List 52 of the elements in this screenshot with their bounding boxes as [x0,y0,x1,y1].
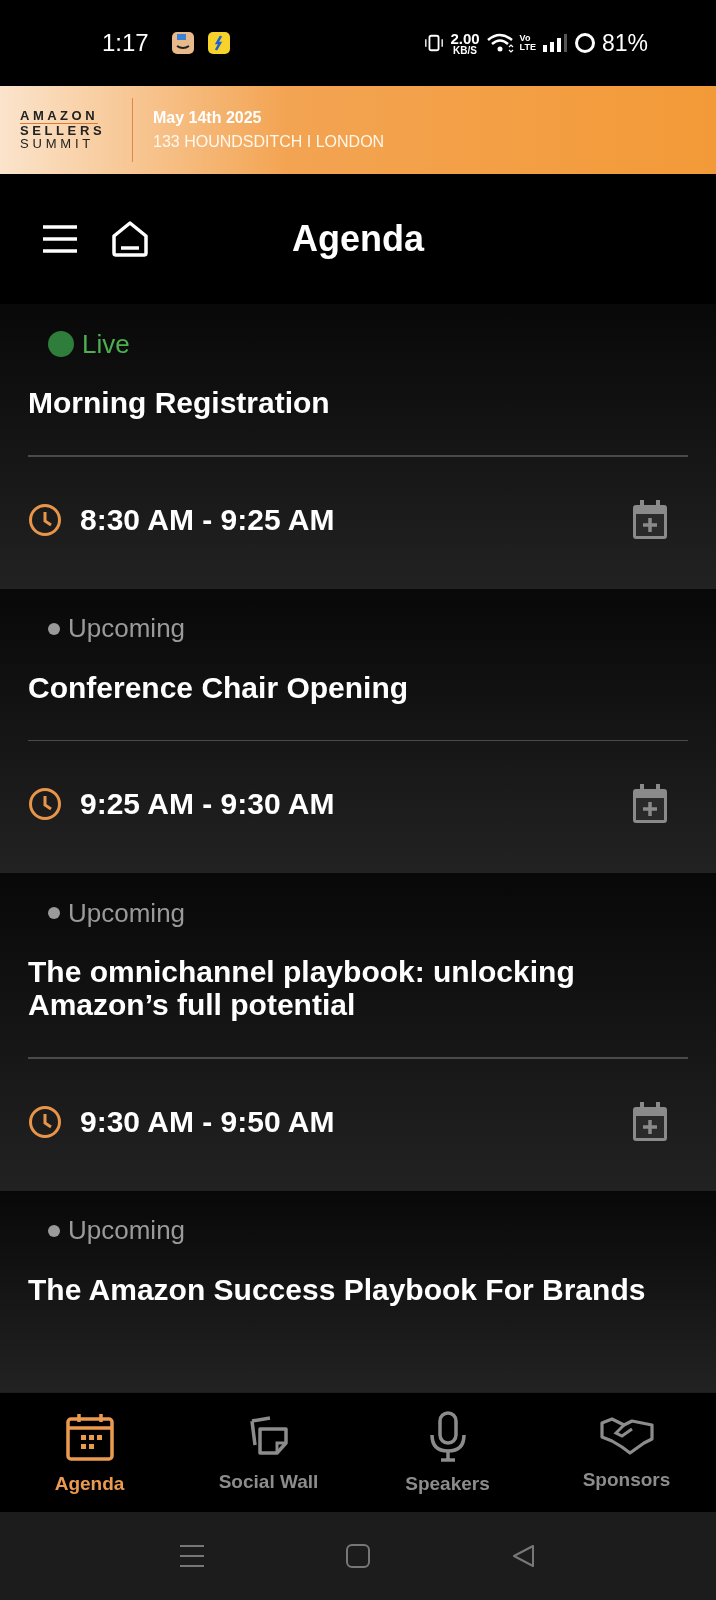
nav-tab[interactable]: Social Wall [179,1393,358,1512]
wifi-icon [485,32,514,54]
logo-text: AMAZON [20,109,99,124]
clock-icon [28,1104,62,1139]
session-time: 9:30 AM - 9:50 AM [80,1104,336,1139]
session-time: 9:25 AM - 9:30 AM [80,787,336,821]
battery-icon [573,32,596,54]
status-dot [48,331,74,357]
logo-text: SELLERS [20,123,107,138]
app-notification-icon [206,31,231,55]
session-time: 8:30 AM - 9:25 AM [80,502,336,537]
add-to-calendar-icon[interactable] [632,784,668,824]
menu-icon[interactable] [42,224,78,254]
status-dot [48,1224,60,1237]
home-button-icon[interactable] [345,1543,371,1569]
back-icon[interactable] [511,1543,537,1569]
page-title: Agenda [292,218,424,260]
status-time: 1:17 [102,29,149,57]
session-status: Upcoming [68,613,186,644]
session-title: The omnichannel playbook: unlocking Amazon’s full potential [28,954,576,1023]
signal-icon [541,33,568,53]
event-venue: 133 HOUNDSDITCH I LONDON [153,133,385,151]
event-date: May 14th 2025 [153,109,263,127]
app-notification-icon [170,31,195,55]
recent-apps-icon[interactable] [179,1544,205,1568]
logo-text: SUMMIT [20,137,96,151]
session-title: Morning Registration [28,385,331,421]
session-card[interactable]: Upcoming Conference Chair Opening 9:25 AM - 9:30 AM [0,588,716,873]
vibrate-icon [424,32,445,54]
session-status: Upcoming [68,1215,186,1246]
session-card[interactable]: Upcoming The Amazon Success Playbook For Brands [0,1190,716,1392]
session-status: Upcoming [68,897,186,929]
add-to-calendar-icon[interactable] [632,499,668,540]
nav-tab[interactable]: Sponsors [537,1393,716,1512]
session-title: The Amazon Success Playbook For Brands [28,1271,647,1308]
nav-tab[interactable]: Agenda [0,1393,179,1512]
home-icon[interactable] [110,219,150,259]
battery-percent: 81% [601,29,648,57]
clock-icon [28,502,62,537]
status-dot [48,622,60,635]
clock-icon [28,787,62,821]
nav-tab[interactable]: Speakers [358,1393,537,1512]
session-card[interactable]: Live Morning Registration 8:30 AM - 9:25 AM [0,304,716,589]
volte-label: LTE [519,43,536,52]
session-status: Live [82,328,130,360]
status-dot [48,907,60,919]
network-speed-unit: KB/S [453,45,477,56]
volte-label: Vo [519,34,532,43]
session-card[interactable]: Upcoming The omnichannel playbook: unlocking Amazon’s full potential 9:30 AM - 9:50 AM [0,873,716,1191]
session-title: Conference Chair Opening [28,669,410,706]
network-speed: 2.00 [450,30,480,46]
add-to-calendar-icon[interactable] [632,1101,668,1142]
